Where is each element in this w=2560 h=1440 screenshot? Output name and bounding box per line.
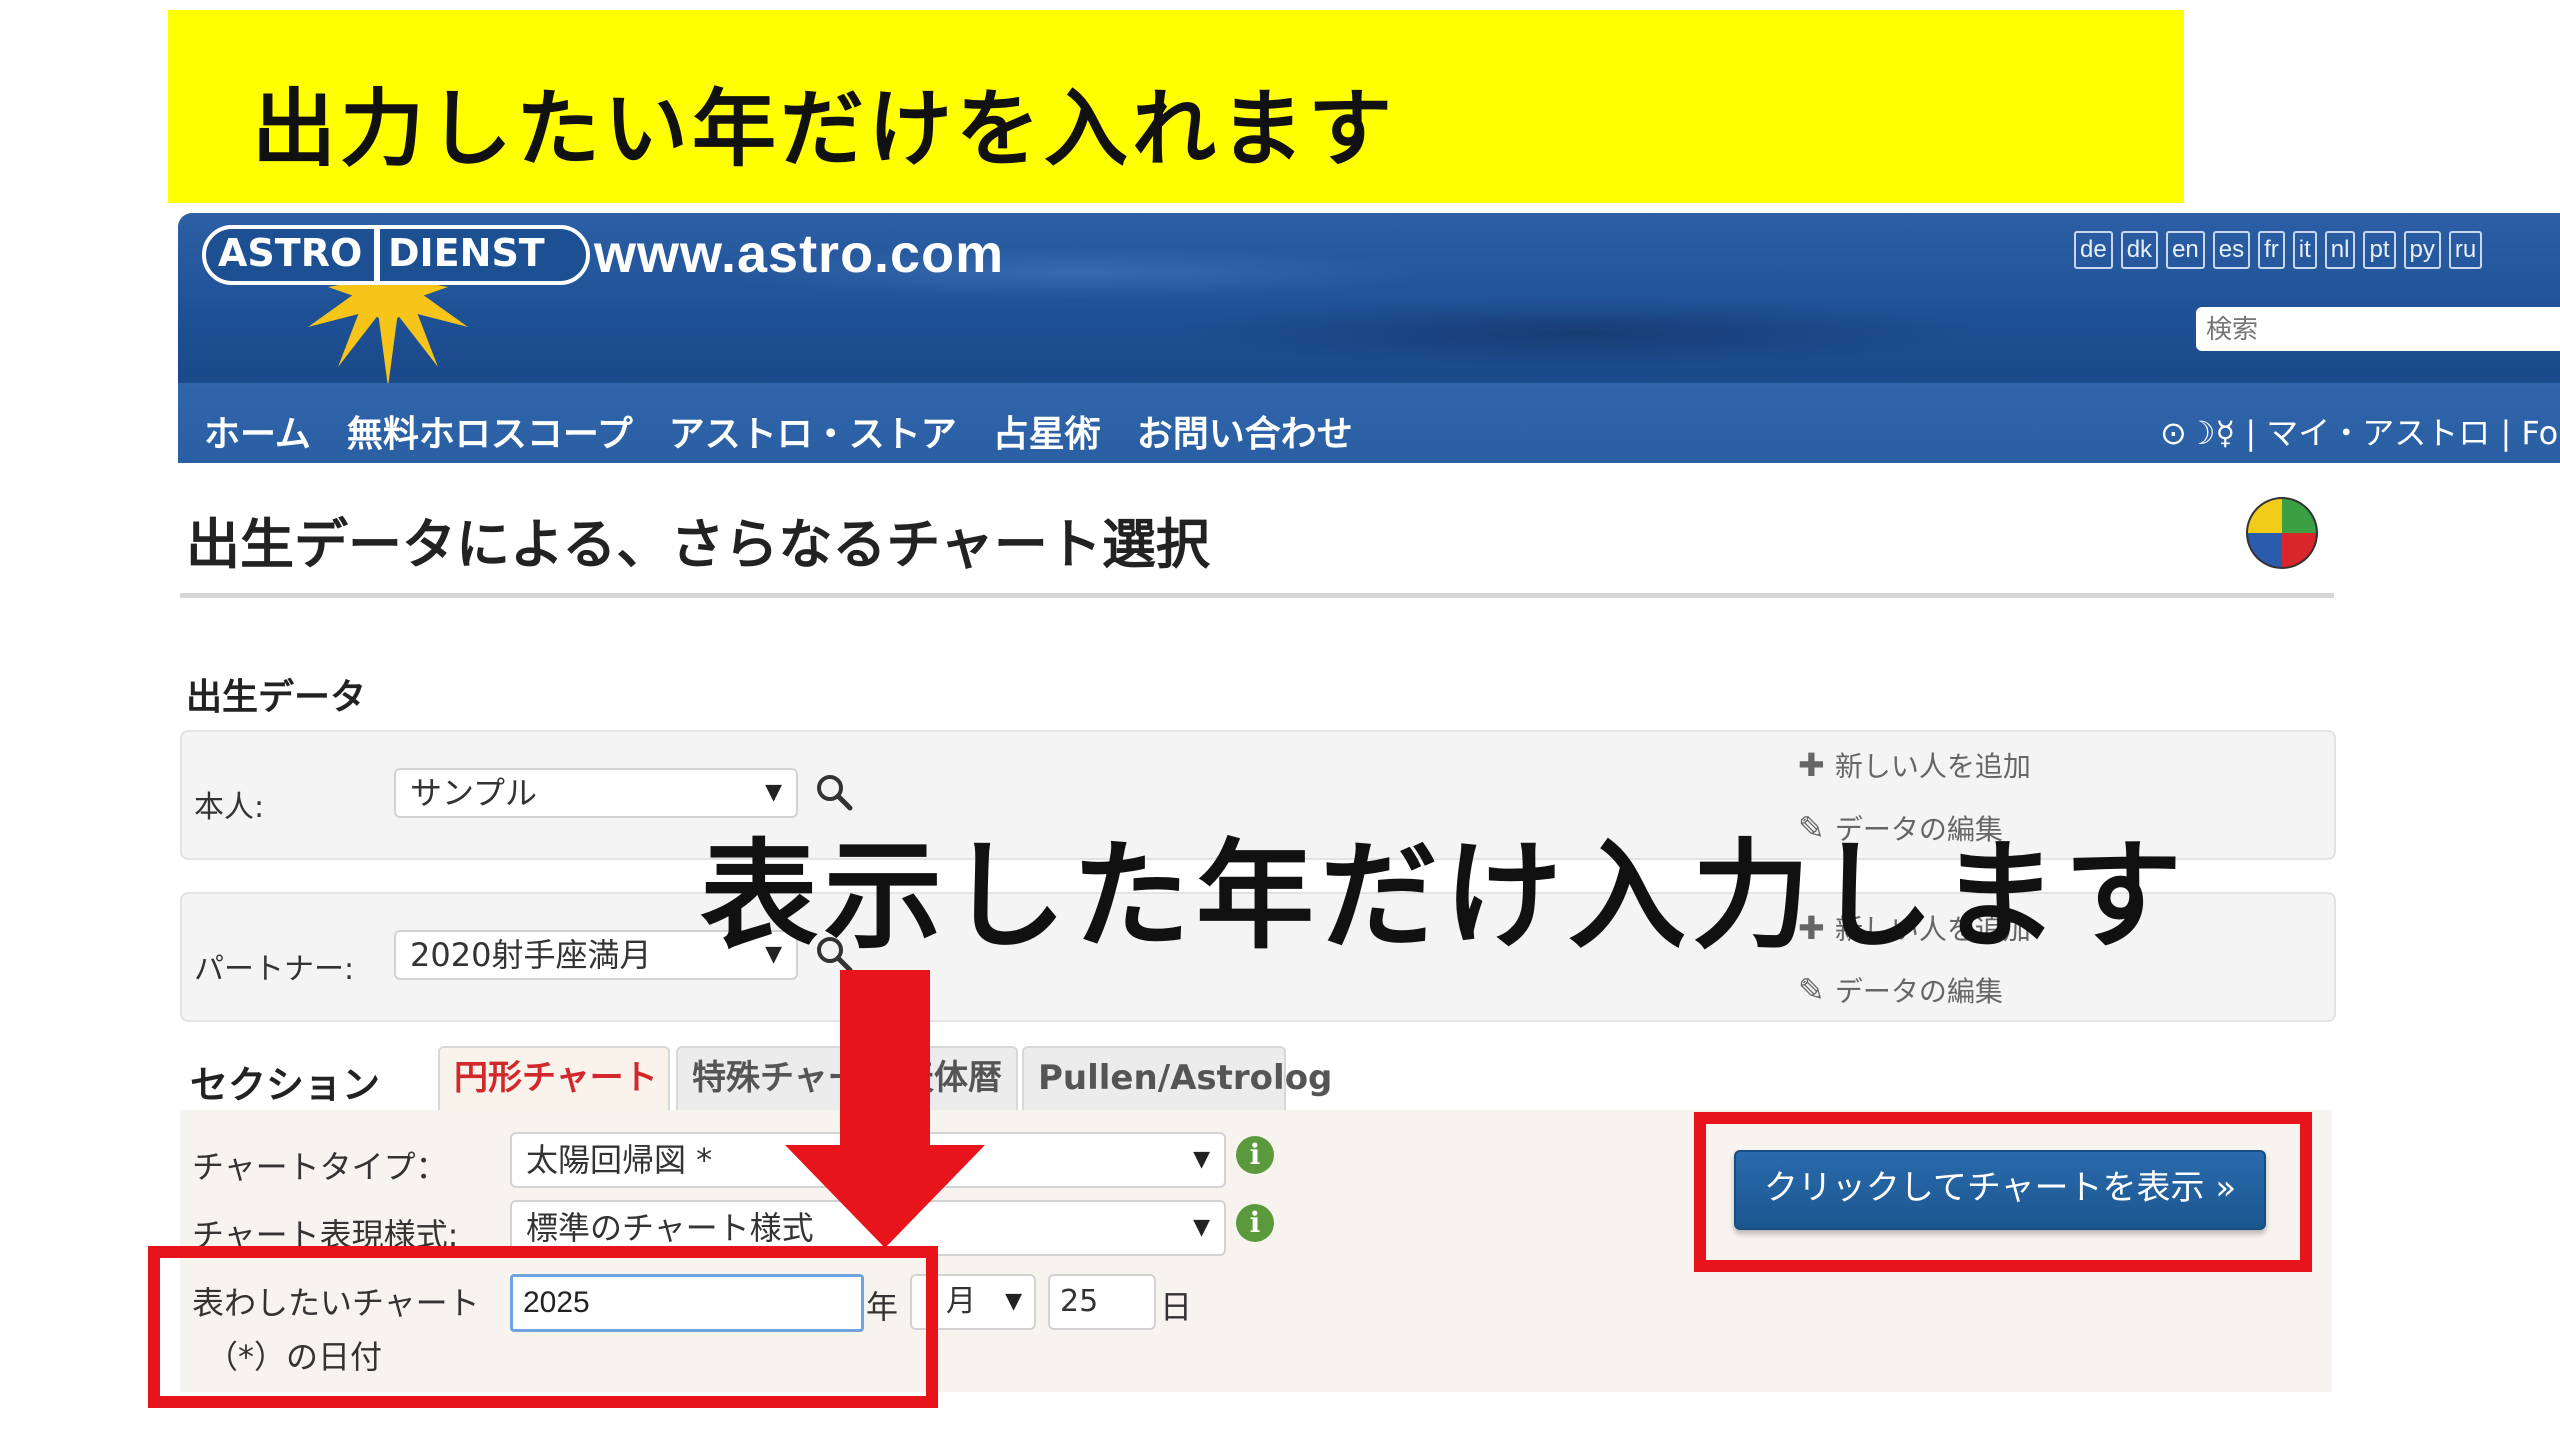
partner-select-value: 2020射手座満月 (410, 936, 652, 974)
chart-type-value: 太陽回帰図 * (526, 1141, 713, 1179)
lang-fr[interactable]: fr (2258, 231, 2285, 269)
add-person-label: 新しい人を追加 (1834, 750, 2031, 783)
overlay-caption: 表示した年だけ入力します (700, 827, 2189, 965)
tab-wheel-chart[interactable]: 円形チャート (438, 1046, 670, 1110)
nav-user-links[interactable]: ⊙☽☿ | マイ・アストロ | Foru (2160, 408, 2560, 454)
lang-it[interactable]: it (2292, 231, 2317, 269)
tab-pullen-astrolog[interactable]: Pullen/Astrolog (1022, 1046, 1332, 1110)
logo-divider (374, 225, 380, 285)
info-icon[interactable]: i (1236, 1204, 1274, 1242)
info-icon[interactable]: i (1236, 1136, 1274, 1174)
chart-style-value: 標準のチャート様式 (526, 1209, 814, 1247)
title-divider (180, 593, 2334, 598)
lang-py[interactable]: py (2403, 231, 2441, 269)
search-input[interactable] (2196, 307, 2560, 351)
lang-es[interactable]: es (2212, 231, 2251, 269)
plus-icon: ✚ (1798, 746, 1825, 784)
main-nav: ホーム 無料ホロスコープ アストロ・ストア 占星術 お問い合わせ (204, 405, 1353, 457)
chevron-down-icon: ▼ (1005, 1289, 1022, 1314)
section-label: セクション (190, 1063, 381, 1107)
chart-type-label: チャートタイプ： (192, 1148, 448, 1186)
button-highlight-box (1694, 1112, 2312, 1272)
edit-icon: ✎ (1798, 971, 1825, 1009)
down-arrow-icon (785, 970, 985, 1248)
self-select-value: サンプル (410, 774, 538, 812)
chevron-down-icon: ▼ (1193, 1215, 1210, 1240)
nav-contact[interactable]: お問い合わせ (1137, 405, 1353, 457)
language-selector: de dk en es fr it nl pt py ru (2074, 231, 2483, 269)
month-unit: 月 (946, 1284, 976, 1319)
add-person-link[interactable]: ✚ 新しい人を追加 (1798, 745, 2031, 785)
nav-home[interactable]: ホーム (204, 405, 311, 457)
lang-en[interactable]: en (2166, 231, 2205, 269)
logo-astro-text: ASTRO (218, 231, 363, 275)
self-label: 本人: (194, 790, 265, 825)
date-highlight-box (148, 1246, 938, 1408)
lang-pt[interactable]: pt (2363, 231, 2396, 269)
birth-data-heading: 出生データ (186, 677, 367, 718)
chevron-down-icon: ▼ (1193, 1147, 1210, 1172)
edit-partner-link[interactable]: ✎ データの編集 (1798, 970, 2003, 1010)
lang-de[interactable]: de (2074, 231, 2113, 269)
site-url[interactable]: www.astro.com (594, 223, 1004, 285)
caption-banner-text: 出力したい年だけを入れます (252, 80, 1397, 178)
lang-ru[interactable]: ru (2448, 231, 2483, 269)
lang-dk[interactable]: dk (2120, 231, 2159, 269)
nav-astro-store[interactable]: アストロ・ストア (669, 405, 957, 457)
nav-free-horoscope[interactable]: 無料ホロスコープ (347, 405, 633, 457)
page-title: 出生データによる、さらなるチャート選択 (186, 513, 1210, 576)
logo-dienst-text: DIENST (388, 231, 545, 275)
day-input[interactable]: 25 (1048, 1274, 1156, 1330)
chart-wheel-icon (2246, 497, 2318, 569)
edit-partner-label: データの編集 (1834, 975, 2003, 1008)
site-header: ASTRO DIENST www.astro.com de dk en es f… (178, 213, 2560, 463)
nav-astrology[interactable]: 占星術 (993, 405, 1101, 457)
partner-label: パートナー: (194, 952, 355, 987)
lang-nl[interactable]: nl (2324, 231, 2356, 269)
day-unit: 日 (1160, 1288, 1193, 1326)
